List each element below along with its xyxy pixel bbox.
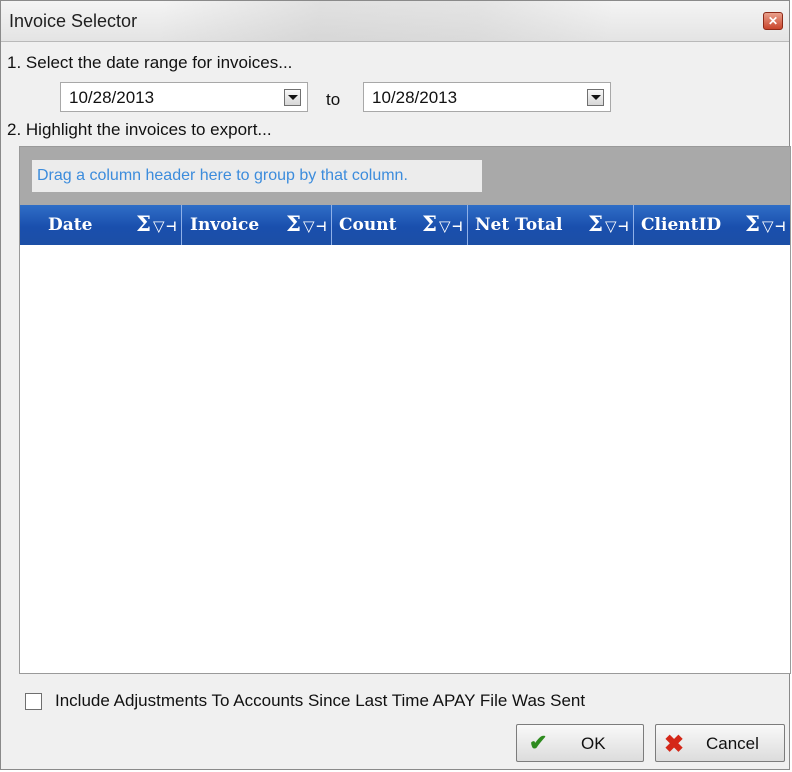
pin-icon[interactable]: ⊣ — [166, 220, 178, 235]
step2-label: 2. Highlight the invoices to export... — [7, 120, 272, 139]
to-label: to — [326, 90, 341, 109]
ok-label: OK — [581, 734, 606, 753]
sum-icon[interactable]: Σ — [745, 211, 760, 236]
date-from-select[interactable]: 10/28/2013 — [60, 82, 308, 112]
column-label: Date — [48, 215, 93, 235]
chevron-down-icon[interactable] — [587, 89, 604, 106]
sum-icon[interactable]: Σ — [588, 211, 603, 236]
column-icons: Σ ▽⊣ — [422, 211, 463, 236]
column-header-net-total[interactable]: Net Total Σ ▽⊣ — [468, 205, 634, 245]
column-header-date[interactable]: Date Σ ▽⊣ — [20, 205, 182, 245]
sum-icon[interactable]: Σ — [286, 211, 301, 236]
column-icons: Σ ▽⊣ — [286, 211, 327, 236]
column-header-invoice[interactable]: Invoice Σ ▽⊣ — [182, 205, 332, 245]
check-icon: ✔ — [529, 730, 548, 755]
cancel-label: Cancel — [706, 734, 759, 753]
column-label: Invoice — [190, 215, 260, 235]
filter-icon[interactable]: ▽ — [303, 217, 315, 235]
column-icons: Σ ▽⊣ — [136, 211, 177, 236]
sum-icon[interactable]: Σ — [422, 211, 437, 236]
filter-icon[interactable]: ▽ — [605, 217, 617, 235]
window-title: Invoice Selector — [9, 11, 138, 31]
close-button[interactable]: ✕ — [763, 12, 783, 30]
invoice-selector-dialog: Invoice Selector ✕ 1. Select the date ra… — [0, 0, 791, 770]
column-label: Net Total — [475, 215, 563, 235]
column-header-count[interactable]: Count Σ ▽⊣ — [332, 205, 468, 245]
date-to-select[interactable]: 10/28/2013 — [363, 82, 611, 112]
title-bar-shade — [161, 1, 611, 41]
filter-icon[interactable]: ▽ — [439, 217, 451, 235]
date-to-value: 10/28/2013 — [372, 88, 458, 107]
column-label: ClientID — [641, 215, 722, 235]
chevron-down-icon[interactable] — [284, 89, 301, 106]
close-icon: ✕ — [767, 14, 779, 28]
column-header-clientid[interactable]: ClientID Σ ▽⊣ — [634, 205, 790, 245]
include-adjustments-label: Include Adjustments To Accounts Since La… — [55, 691, 586, 710]
column-icons: Σ ▽⊣ — [588, 211, 629, 236]
sum-icon[interactable]: Σ — [136, 211, 151, 236]
title-bar[interactable]: Invoice Selector ✕ — [1, 1, 789, 42]
cancel-button[interactable]: ✖ Cancel — [655, 724, 785, 762]
group-by-hint: Drag a column header here to group by th… — [32, 160, 482, 192]
date-from-value: 10/28/2013 — [69, 88, 155, 107]
filter-icon[interactable]: ▽ — [153, 217, 165, 235]
pin-icon[interactable]: ⊣ — [618, 220, 630, 235]
grid-body[interactable] — [20, 245, 790, 673]
x-icon: ✖ — [664, 731, 685, 758]
column-icons: Σ ▽⊣ — [745, 211, 786, 236]
invoices-grid[interactable]: Drag a column header here to group by th… — [19, 146, 791, 674]
pin-icon[interactable]: ⊣ — [452, 220, 464, 235]
column-label: Count — [339, 215, 397, 235]
pin-icon[interactable]: ⊣ — [775, 220, 787, 235]
grid-header-row: Date Σ ▽⊣ Invoice Σ ▽⊣ Count Σ ▽⊣ Net Total — [20, 205, 790, 245]
include-adjustments-checkbox[interactable] — [25, 693, 42, 710]
filter-icon[interactable]: ▽ — [762, 217, 774, 235]
step1-label: 1. Select the date range for invoices... — [7, 53, 293, 72]
pin-icon[interactable]: ⊣ — [316, 220, 328, 235]
group-by-panel[interactable]: Drag a column header here to group by th… — [20, 147, 790, 205]
ok-button[interactable]: ✔ OK — [516, 724, 644, 762]
